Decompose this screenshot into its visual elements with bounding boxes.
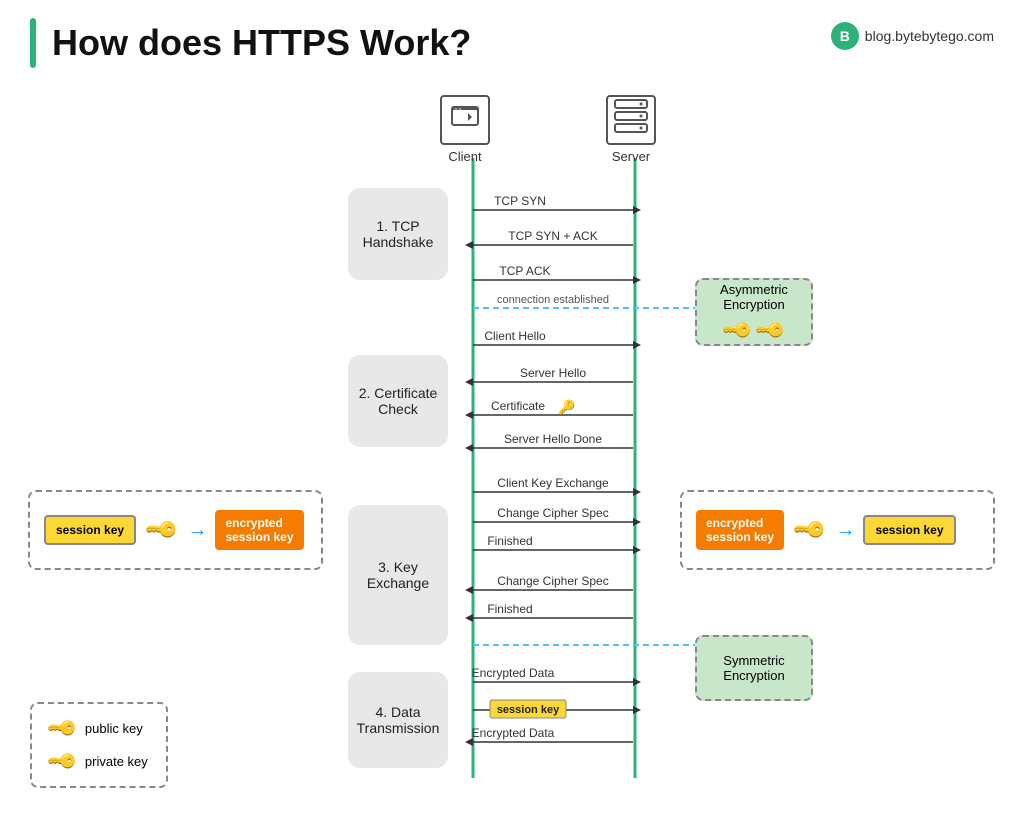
step2-box: 2. CertificateCheck xyxy=(348,355,448,447)
client-icon xyxy=(440,95,490,145)
blue-key-left: 🔑 xyxy=(143,511,181,549)
public-key-icon: 🔑 xyxy=(720,312,755,347)
svg-text:🔑: 🔑 xyxy=(558,398,576,416)
brand-icon: B xyxy=(831,22,859,50)
svg-text:TCP SYN: TCP SYN xyxy=(494,194,546,208)
svg-text:TCP SYN + ACK: TCP SYN + ACK xyxy=(508,229,597,243)
server-icon xyxy=(606,95,656,145)
red-key-right: 🔑 xyxy=(791,511,829,549)
step3-box: 3. KeyExchange xyxy=(348,505,448,645)
legend-private-key: 🔑 private key xyxy=(50,749,148,774)
svg-text:connection established: connection established xyxy=(497,294,609,306)
server-label: Server xyxy=(612,149,650,164)
encrypted-session-key-right: encryptedsession key xyxy=(696,510,784,550)
server-actor: Server xyxy=(606,95,656,164)
svg-text:Encrypted Data: Encrypted Data xyxy=(472,666,555,680)
svg-text:Change Cipher Spec: Change Cipher Spec xyxy=(497,574,608,588)
legend-private-key-icon: 🔑 xyxy=(45,744,80,779)
svg-text:Change Cipher Spec: Change Cipher Spec xyxy=(497,506,608,520)
client-label: Client xyxy=(448,149,481,164)
svg-text:Finished: Finished xyxy=(487,602,532,616)
asymmetric-encryption-box: Asymmetric Encryption 🔑 🔑 xyxy=(695,278,813,346)
svg-text:TCP ACK: TCP ACK xyxy=(499,264,550,278)
svg-text:session key: session key xyxy=(497,704,560,716)
arrow-right-right: → xyxy=(835,519,855,542)
svg-text:Client Hello: Client Hello xyxy=(484,329,546,343)
session-key-tag-left: session key xyxy=(44,515,136,545)
svg-text:Server Hello: Server Hello xyxy=(520,366,586,380)
svg-text:Client Key Exchange: Client Key Exchange xyxy=(497,476,609,490)
svg-text:Server Hello Done: Server Hello Done xyxy=(504,432,602,446)
svg-text:Encrypted Data: Encrypted Data xyxy=(472,726,555,740)
svg-text:Finished: Finished xyxy=(487,534,532,548)
private-key-icon: 🔑 xyxy=(753,312,788,347)
page-title: How does HTTPS Work? xyxy=(30,18,471,68)
legend-public-key-icon: 🔑 xyxy=(45,711,80,746)
right-enc-box: encryptedsession key 🔑 → session key xyxy=(680,490,995,570)
symmetric-encryption-box: Symmetric Encryption xyxy=(695,635,813,701)
step1-box: 1. TCPHandshake xyxy=(348,188,448,280)
left-enc-box: session key 🔑 → encryptedsession key xyxy=(28,490,323,570)
arrow-right-left: → xyxy=(187,519,207,542)
svg-text:Certificate: Certificate xyxy=(491,399,545,413)
brand: B blog.bytebytego.com xyxy=(831,22,994,50)
step4-box: 4. DataTransmission xyxy=(348,672,448,768)
encrypted-session-key-left: encryptedsession key xyxy=(215,510,303,550)
client-actor: Client xyxy=(440,95,490,164)
session-key-tag-right: session key xyxy=(863,515,955,545)
legend: 🔑 public key 🔑 private key xyxy=(30,702,168,788)
legend-public-key: 🔑 public key xyxy=(50,716,148,741)
